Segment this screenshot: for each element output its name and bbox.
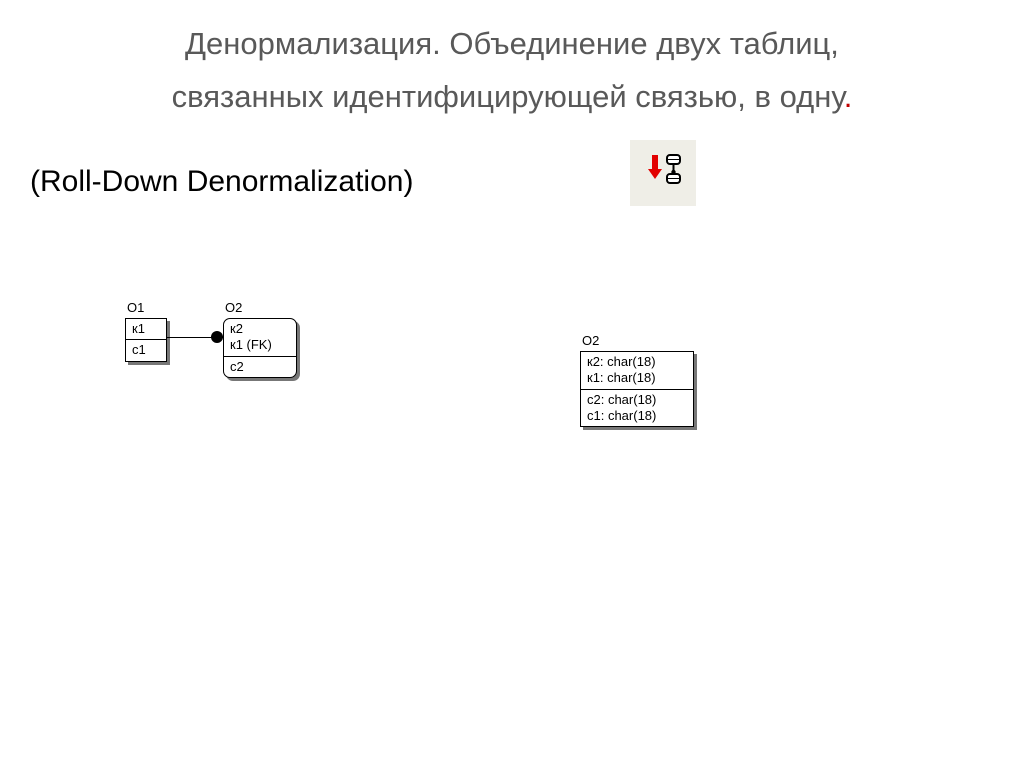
rolldown-tool-button[interactable] bbox=[630, 140, 696, 206]
slide-title: Денормализация. Объединение двух таблиц,… bbox=[0, 18, 1024, 123]
result-entity: к2: char(18) к1: char(18) с2: char(18) с… bbox=[580, 351, 694, 427]
title-line1: Денормализация. Объединение двух таблиц, bbox=[185, 26, 839, 61]
entity-o1-attrs: с1 bbox=[126, 339, 166, 360]
entity-o2: к2 к1 (FK) с2 bbox=[223, 318, 297, 378]
entity-o1-keys: к1 bbox=[126, 319, 166, 339]
entity-o1-name: О1 bbox=[127, 300, 144, 315]
entity-o2-name: О2 bbox=[225, 300, 242, 315]
entity-o2-attrs: с2 bbox=[224, 356, 296, 377]
result-entity-keys: к2: char(18) к1: char(18) bbox=[581, 352, 693, 389]
rolldown-icon bbox=[644, 154, 682, 192]
entity-o1: к1 с1 bbox=[125, 318, 167, 362]
result-entity-name: О2 bbox=[582, 333, 599, 348]
title-line2: связанных идентифицирующей связью, в одн… bbox=[172, 79, 844, 114]
subtitle: (Roll-Down Denormalization) bbox=[30, 165, 413, 199]
relationship-endpoint-dot bbox=[211, 331, 223, 343]
result-entity-attrs: с2: char(18) с1: char(18) bbox=[581, 389, 693, 427]
entity-o2-keys: к2 к1 (FK) bbox=[224, 319, 296, 356]
title-dot: . bbox=[844, 79, 853, 114]
